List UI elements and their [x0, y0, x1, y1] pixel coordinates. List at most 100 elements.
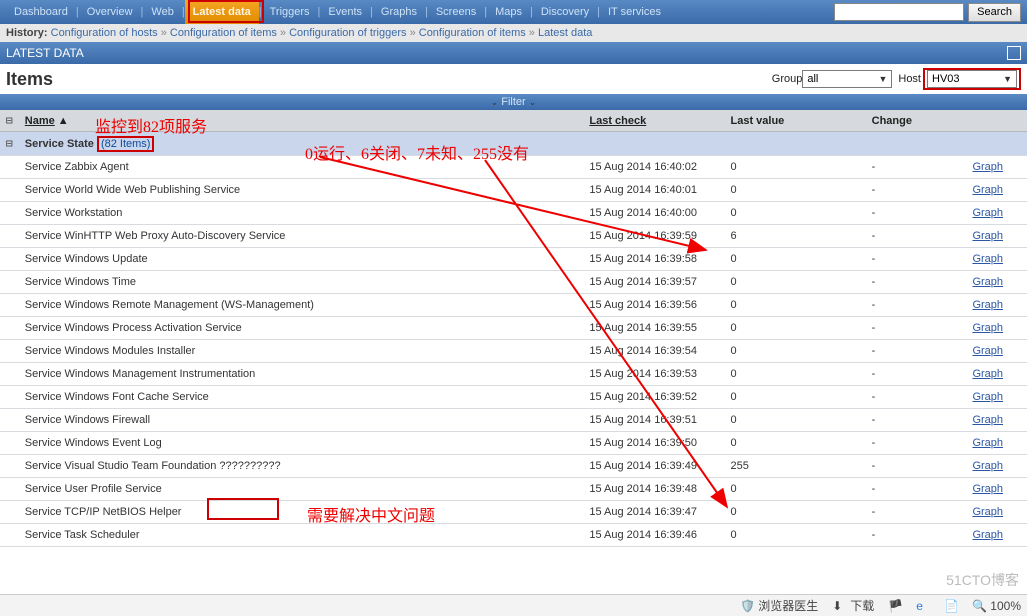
graph-link[interactable]: Graph: [972, 230, 1003, 242]
host-select[interactable]: HV03 ▼: [927, 70, 1017, 88]
graph-link[interactable]: Graph: [972, 276, 1003, 288]
graph-link[interactable]: Graph: [972, 460, 1003, 472]
cell-check: 15 Aug 2014 16:39:59: [583, 225, 724, 248]
cell-check: 15 Aug 2014 16:39:53: [583, 363, 724, 386]
filter-toggle[interactable]: ⌄ Filter ⌄: [0, 94, 1027, 110]
zoom-indicator[interactable]: 🔍 100%: [972, 599, 1021, 613]
table-row: Service Workstation15 Aug 2014 16:40:000…: [0, 202, 1027, 225]
graph-link[interactable]: Graph: [972, 299, 1003, 311]
nav-item-graphs[interactable]: Graphs: [373, 0, 425, 24]
cell-check: 15 Aug 2014 16:40:02: [583, 156, 724, 179]
cell-name: Service Windows Management Instrumentati…: [19, 363, 584, 386]
top-nav: Dashboard|Overview|Web|Latest data|Trigg…: [0, 0, 1027, 24]
cell-check: 15 Aug 2014 16:39:57: [583, 271, 724, 294]
cell-value: 0: [725, 156, 866, 179]
cell-change: -: [866, 156, 967, 179]
graph-link[interactable]: Graph: [972, 161, 1003, 173]
graph-link[interactable]: Graph: [972, 437, 1003, 449]
page-heading: Items: [6, 69, 53, 90]
history-bar: History: Configuration of hosts » Config…: [0, 24, 1027, 42]
graph-link[interactable]: Graph: [972, 207, 1003, 219]
graph-link[interactable]: Graph: [972, 322, 1003, 334]
compat-icon[interactable]: 📄: [944, 599, 958, 613]
graph-link[interactable]: Graph: [972, 345, 1003, 357]
cell-value: 0: [725, 386, 866, 409]
table-row: Service Task Scheduler15 Aug 2014 16:39:…: [0, 524, 1027, 547]
chevron-down-icon: ▼: [1003, 74, 1012, 84]
table-row: Service Windows Firewall15 Aug 2014 16:3…: [0, 409, 1027, 432]
cell-check: 15 Aug 2014 16:39:46: [583, 524, 724, 547]
search-button[interactable]: Search: [968, 3, 1021, 22]
cell-name: Service TCP/IP NetBIOS Helper: [19, 501, 584, 524]
cell-change: -: [866, 501, 967, 524]
cell-value: 0: [725, 340, 866, 363]
filter-row: Items Group all ▼ Host HV03 ▼: [0, 64, 1027, 94]
status-browser-doctor[interactable]: 🛡️ 浏览器医生: [740, 597, 818, 614]
graph-link[interactable]: Graph: [972, 368, 1003, 380]
col-value-header: Last value: [731, 115, 785, 127]
search-input[interactable]: [834, 3, 964, 21]
graph-link[interactable]: Graph: [972, 184, 1003, 196]
cell-value: 6: [725, 225, 866, 248]
cell-check: 15 Aug 2014 16:39:55: [583, 317, 724, 340]
ie-icon[interactable]: e: [916, 599, 930, 613]
host-select-highlight: HV03 ▼: [923, 68, 1021, 90]
graph-link[interactable]: Graph: [972, 391, 1003, 403]
table-row: Service Windows Update15 Aug 2014 16:39:…: [0, 248, 1027, 271]
history-link[interactable]: Latest data: [538, 27, 592, 39]
graph-link[interactable]: Graph: [972, 506, 1003, 518]
nav-item-overview[interactable]: Overview: [79, 0, 141, 24]
col-name-header[interactable]: Name: [25, 115, 55, 127]
nav-item-screens[interactable]: Screens: [428, 0, 484, 24]
history-label: History:: [6, 27, 48, 39]
cell-check: 15 Aug 2014 16:39:48: [583, 478, 724, 501]
cell-value: 0: [725, 478, 866, 501]
history-link[interactable]: Configuration of items: [170, 27, 277, 39]
nav-item-latest-data[interactable]: Latest data: [185, 0, 259, 24]
cell-name: Service Windows Font Cache Service: [19, 386, 584, 409]
graph-link[interactable]: Graph: [972, 529, 1003, 541]
cell-change: -: [866, 524, 967, 547]
collapse-icon[interactable]: ⊟: [6, 137, 13, 150]
cell-change: -: [866, 271, 967, 294]
table-row: Service WinHTTP Web Proxy Auto-Discovery…: [0, 225, 1027, 248]
fullscreen-icon[interactable]: [1007, 46, 1021, 60]
nav-item-discovery[interactable]: Discovery: [533, 0, 597, 24]
status-download[interactable]: ⬇ 下载: [832, 597, 874, 614]
nav-item-dashboard[interactable]: Dashboard: [6, 0, 76, 24]
shield-icon: 🛡️: [740, 599, 754, 613]
nav-item-triggers[interactable]: Triggers: [262, 0, 318, 24]
history-link[interactable]: Configuration of items: [419, 27, 526, 39]
titlebar-title: LATEST DATA: [6, 46, 84, 60]
cell-value: 0: [725, 179, 866, 202]
col-check-header[interactable]: Last check: [589, 115, 646, 127]
graph-link[interactable]: Graph: [972, 253, 1003, 265]
host-label: Host: [898, 73, 921, 85]
cell-change: -: [866, 363, 967, 386]
cell-value: 0: [725, 248, 866, 271]
nav-item-web[interactable]: Web: [143, 0, 181, 24]
collapse-all-icon[interactable]: ⊟: [6, 114, 13, 127]
table-row: Service Zabbix Agent15 Aug 2014 16:40:02…: [0, 156, 1027, 179]
nav-item-it-services[interactable]: IT services: [600, 0, 669, 24]
cell-name: Service Windows Remote Management (WS-Ma…: [19, 294, 584, 317]
nav-item-events[interactable]: Events: [320, 0, 370, 24]
cell-name: Service WinHTTP Web Proxy Auto-Discovery…: [19, 225, 584, 248]
cell-change: -: [866, 179, 967, 202]
cell-value: 255: [725, 455, 866, 478]
cell-change: -: [866, 478, 967, 501]
table-row: Service Windows Font Cache Service15 Aug…: [0, 386, 1027, 409]
history-link[interactable]: Configuration of hosts: [51, 27, 158, 39]
table-row: Service TCP/IP NetBIOS Helper15 Aug 2014…: [0, 501, 1027, 524]
graph-link[interactable]: Graph: [972, 483, 1003, 495]
cell-name: Service Workstation: [19, 202, 584, 225]
group-select[interactable]: all ▼: [802, 70, 892, 88]
chevron-down-icon: ⌄: [491, 97, 499, 107]
graph-link[interactable]: Graph: [972, 414, 1003, 426]
nav-item-maps[interactable]: Maps: [487, 0, 530, 24]
flag-icon[interactable]: 🏴: [888, 599, 902, 613]
table-row: Service Windows Event Log15 Aug 2014 16:…: [0, 432, 1027, 455]
table-row: Service User Profile Service15 Aug 2014 …: [0, 478, 1027, 501]
watermark: 51CTO博客: [946, 570, 1019, 590]
history-link[interactable]: Configuration of triggers: [289, 27, 406, 39]
